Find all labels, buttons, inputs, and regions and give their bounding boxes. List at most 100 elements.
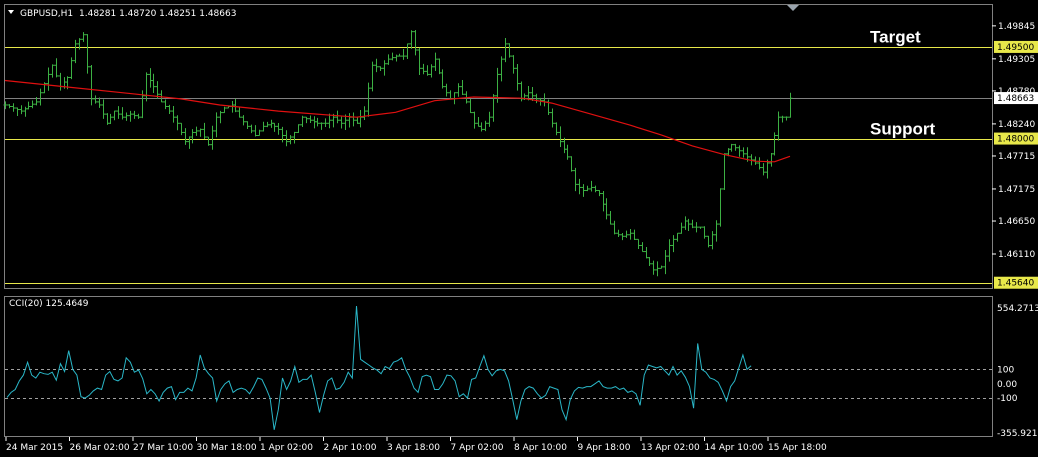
price-tick-label: 1.46650 bbox=[998, 217, 1035, 227]
time-tick-label: 13 Apr 02:00 bbox=[641, 443, 700, 453]
price-bar bbox=[604, 198, 609, 220]
price-bar bbox=[655, 261, 660, 277]
price-bar bbox=[89, 65, 94, 106]
price-bar bbox=[73, 39, 78, 64]
price-bar bbox=[761, 163, 766, 176]
chart-window: GBPUSD,H1 1.48281 1.48720 1.48251 1.4866… bbox=[3, 4, 1038, 453]
price-bar bbox=[97, 97, 102, 108]
price-bar bbox=[315, 117, 320, 127]
symbol-label: GBPUSD,H1 bbox=[20, 9, 73, 19]
price-bar bbox=[245, 121, 250, 129]
price-bar bbox=[683, 216, 688, 230]
price-bar bbox=[784, 116, 789, 121]
time-tick-label: 3 Apr 18:00 bbox=[387, 443, 440, 453]
price-bar bbox=[335, 110, 340, 124]
price-bar bbox=[448, 90, 453, 100]
price-bar bbox=[284, 130, 289, 147]
price-bar bbox=[206, 136, 211, 146]
price-bar bbox=[183, 128, 188, 145]
level-price-label: 1.48663 bbox=[997, 94, 1034, 104]
price-bar bbox=[581, 184, 586, 197]
time-tick-label: 1 Apr 02:00 bbox=[260, 443, 313, 453]
price-bar bbox=[292, 131, 297, 144]
price-bar bbox=[187, 136, 192, 149]
horizontal-levels: Target Support bbox=[5, 28, 992, 284]
price-bar bbox=[698, 226, 703, 229]
price-bar bbox=[499, 56, 504, 82]
cci-tick-label: -355.9219 bbox=[997, 429, 1038, 439]
price-bar bbox=[148, 68, 153, 88]
price-bar bbox=[632, 229, 637, 241]
price-bar bbox=[647, 257, 652, 267]
price-bar bbox=[46, 67, 51, 91]
price-bar bbox=[19, 105, 24, 115]
level-price-label: 1.48000 bbox=[997, 135, 1034, 145]
price-bar bbox=[265, 121, 270, 128]
price-bar bbox=[479, 122, 484, 132]
price-bar bbox=[175, 115, 180, 131]
price-bar bbox=[249, 124, 254, 134]
price-bar bbox=[788, 92, 793, 118]
price-bar bbox=[636, 238, 641, 250]
price-bar bbox=[765, 159, 770, 179]
price-bar bbox=[675, 232, 680, 242]
price-bar bbox=[7, 104, 12, 109]
price-bar bbox=[163, 99, 168, 110]
price-bar bbox=[487, 111, 492, 127]
price-bar bbox=[190, 129, 195, 144]
price-bar bbox=[272, 122, 277, 132]
price-bar bbox=[237, 107, 242, 118]
price-bar bbox=[460, 80, 465, 96]
time-tick-label: 27 Mar 10:00 bbox=[133, 443, 193, 453]
price-bar bbox=[413, 29, 418, 56]
time-tick-label: 24 Mar 2015 bbox=[6, 443, 63, 453]
price-bar bbox=[179, 122, 184, 136]
price-bar bbox=[93, 95, 98, 104]
price-bar bbox=[554, 122, 559, 136]
price-bar bbox=[577, 178, 582, 195]
price-bar bbox=[312, 116, 317, 129]
price-bar bbox=[741, 147, 746, 158]
price-bar bbox=[714, 220, 719, 242]
price-bar bbox=[573, 167, 578, 192]
price-bar bbox=[339, 116, 344, 129]
price-bar bbox=[194, 126, 199, 136]
shift-marker-icon[interactable] bbox=[787, 5, 799, 11]
price-bar bbox=[386, 54, 391, 65]
price-bar bbox=[589, 180, 594, 192]
price-bar bbox=[69, 57, 74, 80]
price-bar bbox=[483, 120, 488, 132]
time-tick-label: 26 Mar 02:00 bbox=[70, 443, 130, 453]
price-bar bbox=[433, 52, 438, 71]
price-bar bbox=[308, 115, 313, 123]
price-bar bbox=[569, 156, 574, 172]
price-bar bbox=[132, 110, 137, 119]
price-bar bbox=[30, 100, 35, 109]
level-price-label: 1.45640 bbox=[997, 279, 1034, 289]
price-bar bbox=[210, 125, 215, 150]
price-bar bbox=[38, 88, 43, 106]
price-bar bbox=[757, 157, 762, 170]
indicator-title: CCI(20) 125.4649 bbox=[9, 299, 89, 309]
price-bar bbox=[276, 123, 281, 135]
cci-tick-label: 0.00 bbox=[997, 380, 1017, 390]
price-tick-label: 1.48240 bbox=[998, 120, 1035, 130]
price-bar bbox=[144, 72, 149, 102]
price-bar bbox=[710, 231, 715, 250]
price-bar bbox=[679, 222, 684, 234]
price-bar bbox=[351, 112, 356, 127]
price-bar bbox=[358, 110, 363, 128]
time-tick-label: 15 Apr 18:00 bbox=[768, 443, 827, 453]
price-bar bbox=[612, 220, 617, 235]
dropdown-triangle-icon[interactable] bbox=[8, 10, 14, 14]
price-bar bbox=[112, 110, 117, 121]
price-bar bbox=[85, 34, 90, 74]
price-bar bbox=[198, 128, 203, 137]
price-bar bbox=[769, 153, 774, 167]
price-bar bbox=[593, 185, 598, 193]
price-bar bbox=[620, 232, 625, 241]
price-bar bbox=[702, 226, 707, 239]
price-bar bbox=[425, 65, 430, 76]
price-bar bbox=[444, 83, 449, 97]
price-bar bbox=[390, 52, 395, 61]
